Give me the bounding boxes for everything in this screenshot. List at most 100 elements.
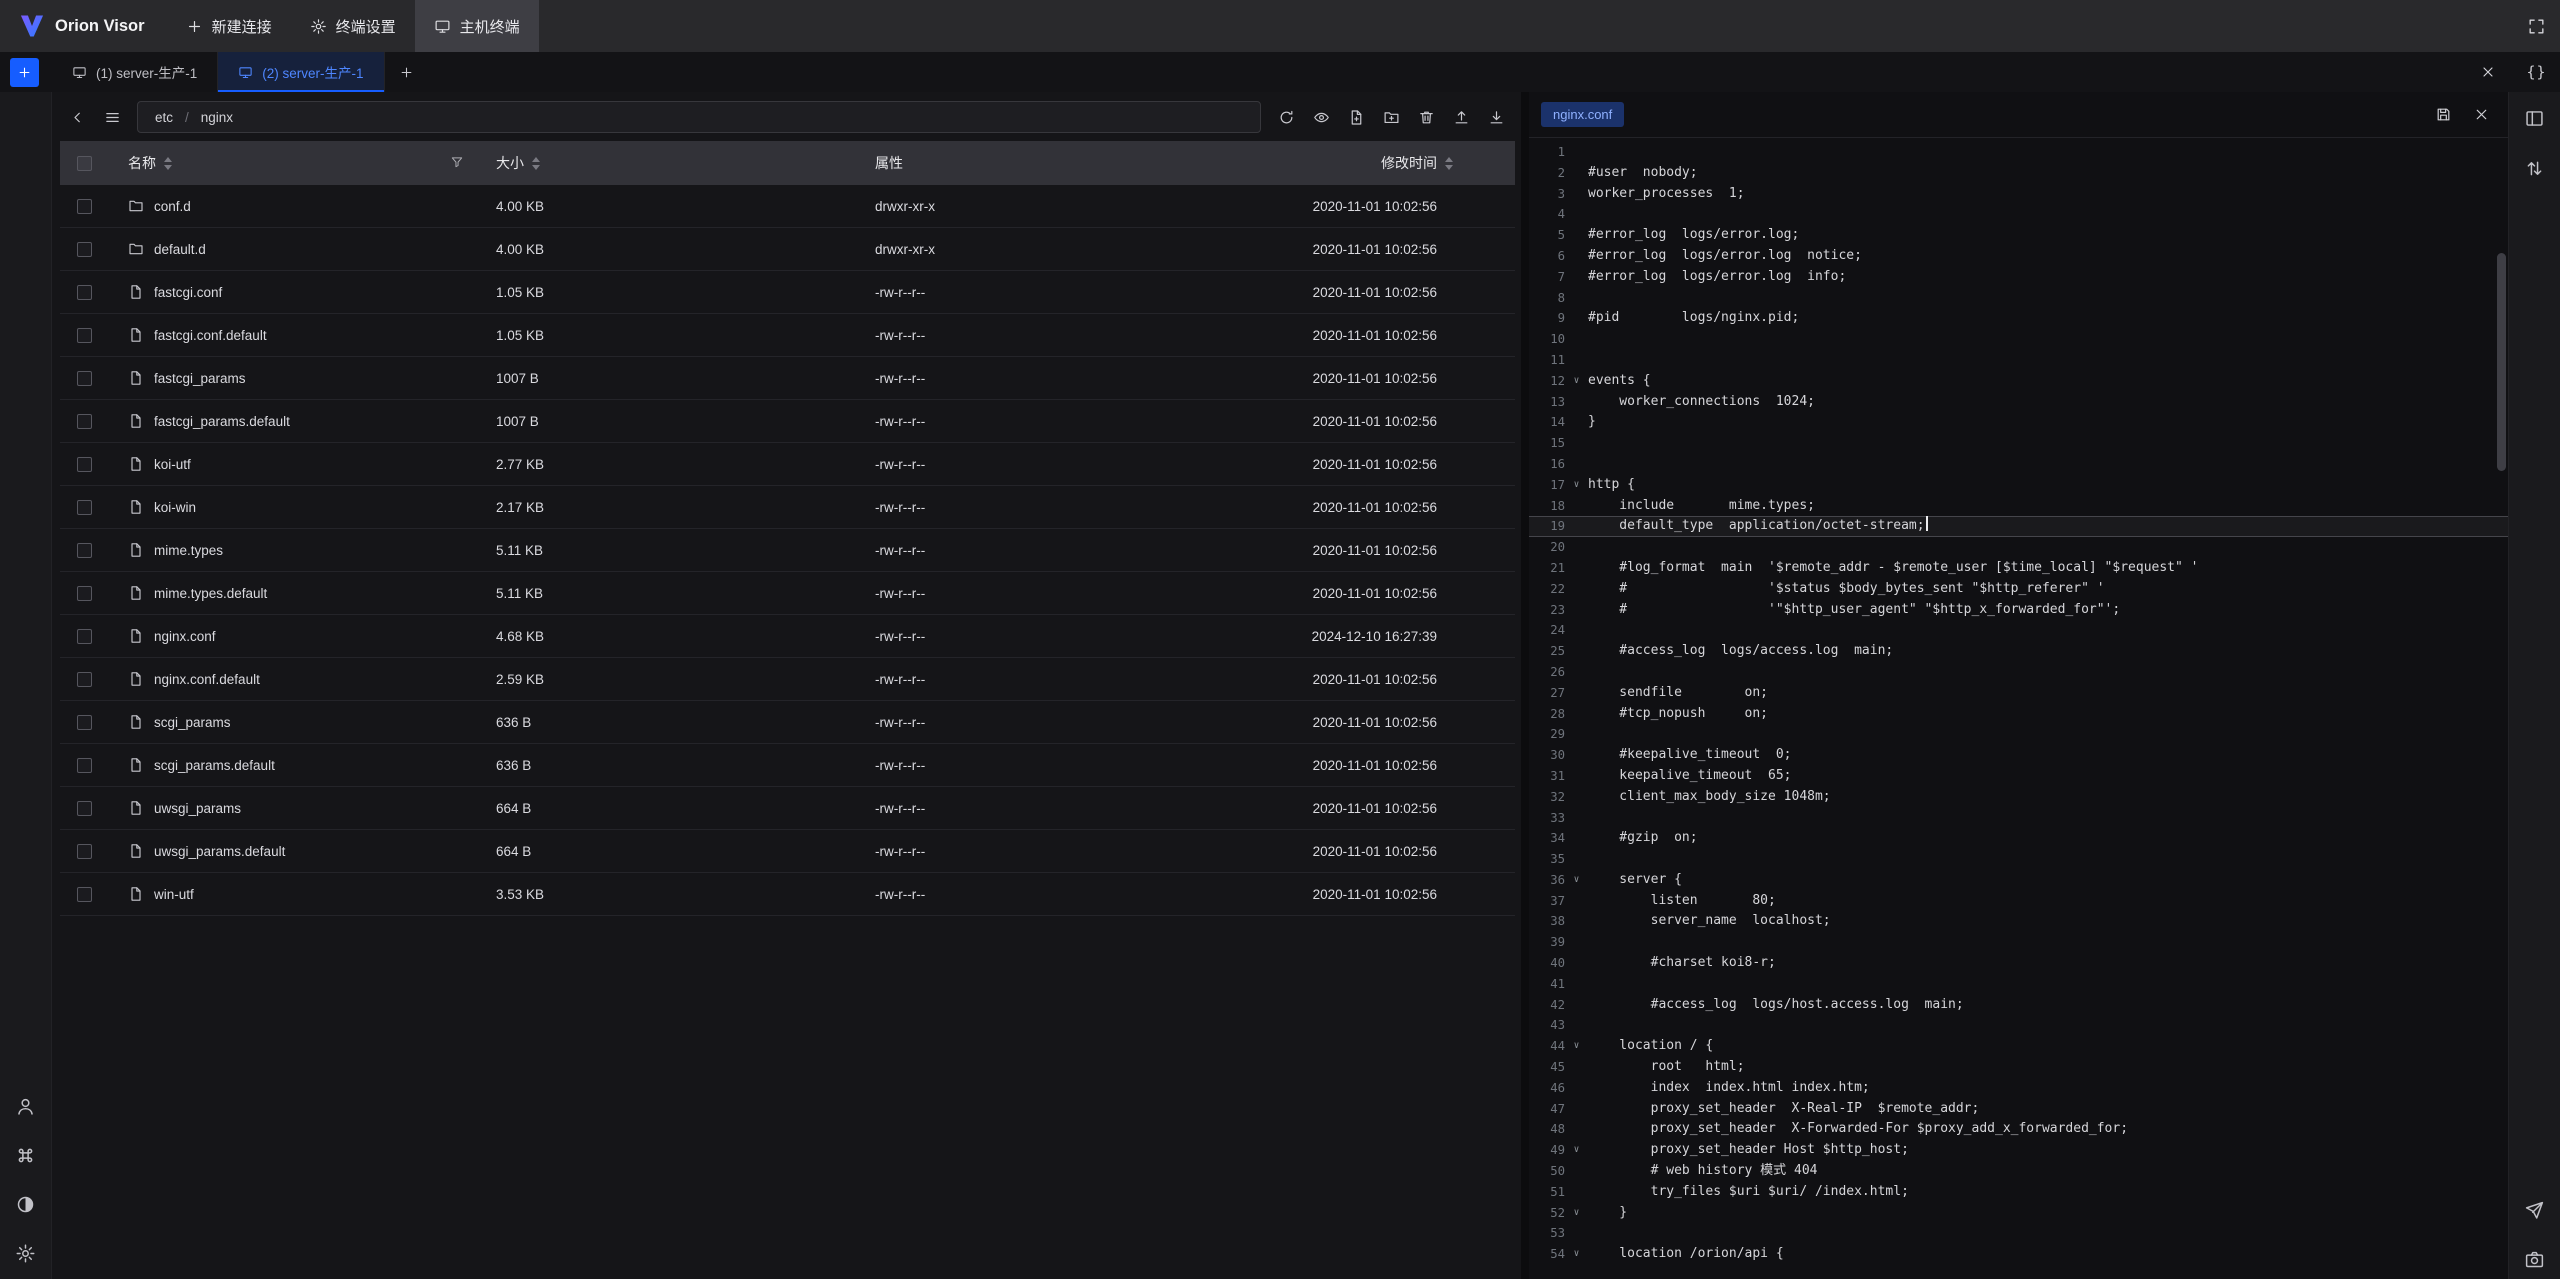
- file-name-cell[interactable]: fastcgi_params.default: [108, 413, 478, 429]
- row-checkbox[interactable]: [77, 500, 92, 515]
- code-line[interactable]: 53: [1529, 1223, 2508, 1244]
- table-row[interactable]: fastcgi_params.default1007 B-rw-r--r--20…: [60, 400, 1515, 443]
- code-line[interactable]: 32 client_max_body_size 1048m;: [1529, 787, 2508, 808]
- variables-button[interactable]: {}: [2528, 52, 2545, 92]
- tab-2[interactable]: (2) server-生产-1: [218, 52, 384, 92]
- table-row[interactable]: fastcgi_params1007 B-rw-r--r--2020-11-01…: [60, 357, 1515, 400]
- table-row[interactable]: default.d4.00 KBdrwxr-xr-x2020-11-01 10:…: [60, 228, 1515, 271]
- back-button[interactable]: [62, 102, 92, 132]
- snippet-button[interactable]: [2518, 107, 2551, 130]
- table-row[interactable]: fastcgi.conf1.05 KB-rw-r--r--2020-11-01 …: [60, 271, 1515, 314]
- code-line[interactable]: 44∨ location / {: [1529, 1036, 2508, 1057]
- file-name-cell[interactable]: scgi_params.default: [108, 757, 478, 773]
- code-line[interactable]: 9#pid logs/nginx.pid;: [1529, 308, 2508, 329]
- row-checkbox[interactable]: [77, 844, 92, 859]
- table-row[interactable]: koi-win2.17 KB-rw-r--r--2020-11-01 10:02…: [60, 486, 1515, 529]
- code-line[interactable]: 30 #keepalive_timeout 0;: [1529, 745, 2508, 766]
- row-checkbox[interactable]: [77, 715, 92, 730]
- code-line[interactable]: 45 root html;: [1529, 1057, 2508, 1078]
- breadcrumb[interactable]: etc/nginx: [137, 101, 1261, 133]
- row-checkbox[interactable]: [77, 758, 92, 773]
- code-line[interactable]: 21 #log_format main '$remote_addr - $rem…: [1529, 558, 2508, 579]
- sort-icon[interactable]: [532, 157, 540, 170]
- row-checkbox[interactable]: [77, 328, 92, 343]
- code-line[interactable]: 25 #access_log logs/access.log main;: [1529, 641, 2508, 662]
- send-button[interactable]: [2518, 1199, 2551, 1222]
- code-line[interactable]: 40 #charset koi8-r;: [1529, 953, 2508, 974]
- new-tab-button[interactable]: [385, 52, 429, 92]
- code-line[interactable]: 24: [1529, 620, 2508, 641]
- table-row[interactable]: mime.types.default5.11 KB-rw-r--r--2020-…: [60, 572, 1515, 615]
- code-line[interactable]: 54∨ location /orion/api {: [1529, 1244, 2508, 1265]
- row-checkbox[interactable]: [77, 543, 92, 558]
- file-name-cell[interactable]: koi-utf: [108, 456, 478, 472]
- file-name-cell[interactable]: uwsgi_params.default: [108, 843, 478, 859]
- code-line[interactable]: 37 listen 80;: [1529, 891, 2508, 912]
- sort-icon[interactable]: [164, 157, 172, 170]
- row-checkbox[interactable]: [77, 414, 92, 429]
- code-line[interactable]: 13 worker_connections 1024;: [1529, 392, 2508, 413]
- column-header-name[interactable]: 名称: [108, 153, 478, 173]
- trash-button[interactable]: [1411, 102, 1441, 132]
- column-header-mtime[interactable]: 修改时间: [1280, 153, 1515, 173]
- sort-icon[interactable]: [1445, 157, 1453, 170]
- table-row[interactable]: scgi_params.default636 B-rw-r--r--2020-1…: [60, 744, 1515, 787]
- file-name-cell[interactable]: fastcgi.conf.default: [108, 327, 478, 343]
- column-header-size[interactable]: 大小: [478, 153, 860, 173]
- code-line[interactable]: 16: [1529, 454, 2508, 475]
- code-line[interactable]: 26: [1529, 662, 2508, 683]
- filter-button[interactable]: [450, 155, 464, 172]
- code-line[interactable]: 15: [1529, 433, 2508, 454]
- breadcrumb-segment[interactable]: nginx: [201, 110, 233, 125]
- nav-item-new-connection[interactable]: 新建连接: [167, 0, 291, 52]
- row-checkbox[interactable]: [77, 371, 92, 386]
- new-file-button[interactable]: [1341, 102, 1371, 132]
- code-line[interactable]: 27 sendfile on;: [1529, 683, 2508, 704]
- code-editor[interactable]: 12#user nobody;3worker_processes 1;45#er…: [1529, 138, 2508, 1279]
- file-name-cell[interactable]: fastcgi.conf: [108, 284, 478, 300]
- table-row[interactable]: nginx.conf.default2.59 KB-rw-r--r--2020-…: [60, 658, 1515, 701]
- file-name-cell[interactable]: mime.types: [108, 542, 478, 558]
- code-line[interactable]: 39: [1529, 932, 2508, 953]
- code-line[interactable]: 22 # '$status $body_bytes_sent "$http_re…: [1529, 579, 2508, 600]
- breadcrumb-segment[interactable]: etc: [155, 110, 173, 125]
- nav-item-terminal-settings[interactable]: 终端设置: [291, 0, 415, 52]
- user-button[interactable]: [9, 1095, 42, 1118]
- code-line[interactable]: 6#error_log logs/error.log notice;: [1529, 246, 2508, 267]
- code-line[interactable]: 4: [1529, 204, 2508, 225]
- fold-chevron-icon[interactable]: ∨: [1565, 1203, 1588, 1224]
- fold-chevron-icon[interactable]: ∨: [1565, 1244, 1588, 1265]
- close-panel-button[interactable]: [2480, 52, 2496, 92]
- row-checkbox[interactable]: [77, 629, 92, 644]
- code-line[interactable]: 52∨ }: [1529, 1203, 2508, 1224]
- row-checkbox[interactable]: [77, 285, 92, 300]
- fullscreen-button[interactable]: [2527, 17, 2546, 36]
- upload-button[interactable]: [1446, 102, 1476, 132]
- code-line[interactable]: 42 #access_log logs/host.access.log main…: [1529, 995, 2508, 1016]
- file-name-cell[interactable]: default.d: [108, 241, 478, 257]
- file-name-cell[interactable]: win-utf: [108, 886, 478, 902]
- table-row[interactable]: koi-utf2.77 KB-rw-r--r--2020-11-01 10:02…: [60, 443, 1515, 486]
- fold-chevron-icon[interactable]: ∨: [1565, 475, 1588, 496]
- panel-splitter[interactable]: [1521, 92, 1529, 1279]
- code-line[interactable]: 8: [1529, 288, 2508, 309]
- add-connection-button[interactable]: [10, 58, 39, 87]
- tab-1[interactable]: (1) server-生产-1: [52, 52, 218, 92]
- screenshot-button[interactable]: [2518, 1248, 2551, 1271]
- file-name-cell[interactable]: mime.types.default: [108, 585, 478, 601]
- code-line[interactable]: 5#error_log logs/error.log;: [1529, 225, 2508, 246]
- code-line[interactable]: 36∨ server {: [1529, 870, 2508, 891]
- table-row[interactable]: nginx.conf4.68 KB-rw-r--r--2024-12-10 16…: [60, 615, 1515, 658]
- nav-item-host-terminal[interactable]: 主机终端: [415, 0, 539, 52]
- editor-close-button[interactable]: [2473, 106, 2490, 123]
- code-line[interactable]: 33: [1529, 808, 2508, 829]
- code-line[interactable]: 43: [1529, 1015, 2508, 1036]
- file-name-cell[interactable]: koi-win: [108, 499, 478, 515]
- file-name-cell[interactable]: fastcgi_params: [108, 370, 478, 386]
- table-row[interactable]: win-utf3.53 KB-rw-r--r--2020-11-01 10:02…: [60, 873, 1515, 916]
- fold-chevron-icon[interactable]: ∨: [1565, 371, 1588, 392]
- code-line[interactable]: 14}: [1529, 412, 2508, 433]
- code-line[interactable]: 47 proxy_set_header X-Real-IP $remote_ad…: [1529, 1099, 2508, 1120]
- code-line[interactable]: 38 server_name localhost;: [1529, 911, 2508, 932]
- fold-chevron-icon[interactable]: ∨: [1565, 1140, 1588, 1161]
